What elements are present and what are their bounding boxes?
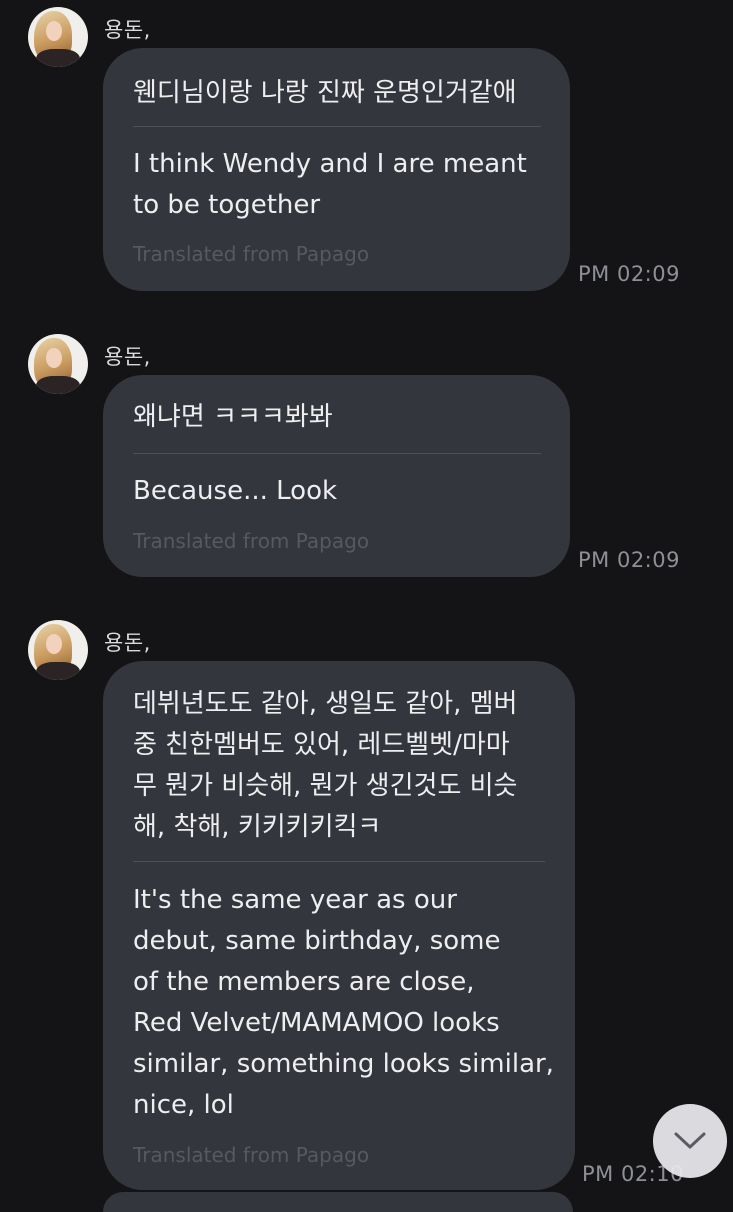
avatar-shirt bbox=[36, 662, 80, 680]
translation-source: Translated from Papago bbox=[133, 529, 370, 553]
sender-name: 용돈, bbox=[104, 345, 151, 369]
avatar[interactable] bbox=[28, 620, 88, 680]
message-time: PM 02:09 bbox=[578, 262, 680, 286]
avatar-face bbox=[46, 21, 62, 41]
chevron-down-icon bbox=[674, 1132, 706, 1149]
scroll-to-bottom-button[interactable] bbox=[653, 1104, 727, 1178]
next-message-bubble bbox=[103, 1192, 573, 1212]
avatar[interactable] bbox=[28, 7, 88, 67]
message-bubble[interactable]: 왜냐면 ㅋㅋㅋ봐봐 Because... Look Translated fro… bbox=[103, 375, 570, 577]
translated-text: It's the same year as our debut, same bi… bbox=[133, 885, 554, 1120]
sender-name: 용돈, bbox=[104, 18, 151, 42]
message-time: PM 02:09 bbox=[578, 548, 680, 572]
original-text: 왜냐면 ㅋㅋㅋ봐봐 bbox=[133, 402, 333, 432]
translated-text: I think Wendy and I are meant to be toge… bbox=[133, 149, 527, 220]
translation-source: Translated from Papago bbox=[133, 242, 370, 266]
original-text: 데뷔년도도 같아, 생일도 같아, 멤버 중 친한멤버도 있어, 레드벨벳/마마… bbox=[133, 689, 518, 842]
message-bubble[interactable]: 데뷔년도도 같아, 생일도 같아, 멤버 중 친한멤버도 있어, 레드벨벳/마마… bbox=[103, 661, 575, 1190]
translated-text: Because... Look bbox=[133, 476, 338, 506]
avatar-shirt bbox=[36, 376, 80, 394]
avatar[interactable] bbox=[28, 334, 88, 394]
translation-divider bbox=[133, 126, 541, 127]
original-text: 웬디님이랑 나랑 진짜 운명인거같애 bbox=[133, 78, 517, 108]
avatar-face bbox=[46, 634, 62, 654]
avatar-face bbox=[46, 348, 62, 368]
translation-divider bbox=[133, 861, 545, 862]
message-bubble[interactable]: 웬디님이랑 나랑 진짜 운명인거같애 I think Wendy and I a… bbox=[103, 48, 570, 291]
translation-divider bbox=[133, 453, 541, 454]
translation-source: Translated from Papago bbox=[133, 1143, 370, 1167]
sender-name: 용돈, bbox=[104, 631, 151, 655]
avatar-shirt bbox=[36, 49, 80, 67]
